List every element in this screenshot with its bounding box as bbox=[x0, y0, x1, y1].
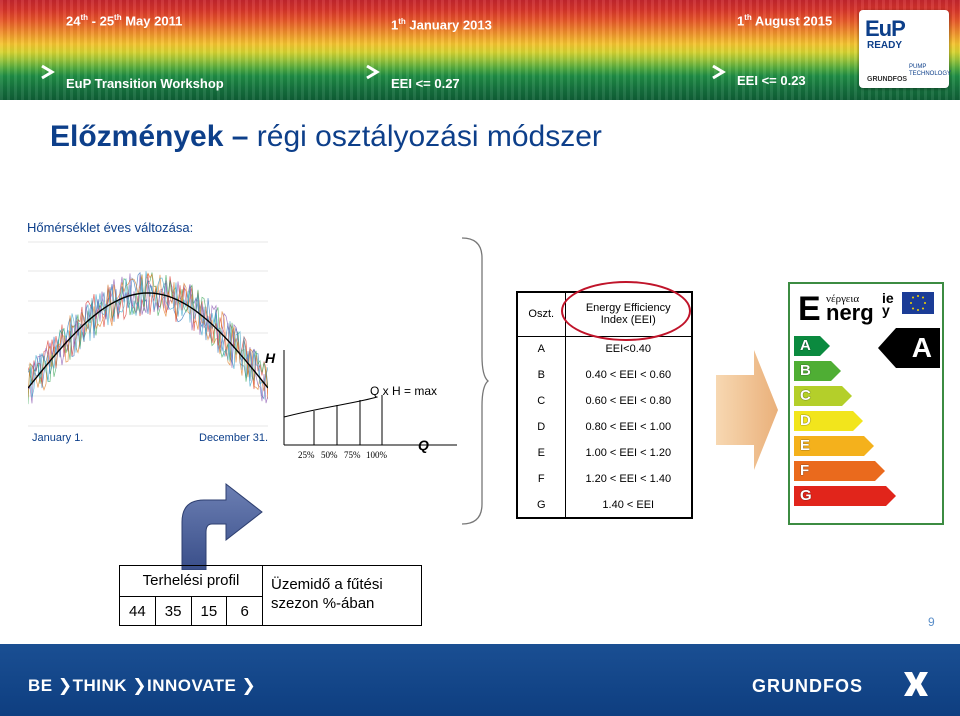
curved-arrow-icon bbox=[181, 482, 263, 570]
table-row: E 1.00 < EEI < 1.20 bbox=[517, 440, 692, 466]
eup-ready-logo: EuP READY PUMP TECHNOLOGY GRUNDFOS bbox=[859, 10, 951, 88]
event-date: 24th - 25th May 2011 bbox=[66, 13, 183, 29]
energy-class-bar-e: E bbox=[794, 436, 874, 456]
energy-label: E νέργεια nerg ie y ABCDEFG A bbox=[788, 282, 944, 525]
profile-values: 44 35 15 6 bbox=[120, 596, 262, 626]
profile-value: 6 bbox=[240, 603, 249, 620]
profile-title: Terhelési profil bbox=[142, 572, 240, 589]
chevron-icon bbox=[366, 64, 380, 80]
x-axis-end: December 31. bbox=[199, 432, 269, 444]
workshop-title: EuP Transition Workshop bbox=[66, 76, 224, 91]
eei-2013: EEI <= 0.27 bbox=[391, 76, 460, 91]
date-2015: 1th August 2015 bbox=[737, 13, 833, 29]
rating-arrow: A bbox=[878, 328, 940, 368]
table-row: G 1.40 < EEI bbox=[517, 492, 692, 518]
chevron-icon bbox=[712, 64, 726, 80]
load-profile-table: Terhelési profil 44 35 15 6 Üzemidő a fű… bbox=[119, 565, 422, 626]
eu-flag-icon bbox=[902, 292, 934, 314]
table-row: C 0.60 < EEI < 0.80 bbox=[517, 388, 692, 414]
divider bbox=[262, 566, 263, 626]
page-number: 9 bbox=[928, 615, 935, 629]
table-row: A EEI<0.40 bbox=[517, 336, 692, 362]
highlight-oval bbox=[561, 281, 691, 341]
right-arrow-icon bbox=[716, 350, 778, 470]
profile-value: 15 bbox=[192, 597, 228, 626]
eei-2015: EEI <= 0.23 bbox=[737, 73, 806, 88]
energy-class-bar-d: D bbox=[794, 411, 863, 431]
grundfos-logo: GRUNDFOS bbox=[752, 676, 863, 696]
energy-class-bar-g: G bbox=[794, 486, 896, 506]
energy-class-bar-b: B bbox=[794, 361, 841, 381]
energy-class-bar-a: A bbox=[794, 336, 830, 356]
table-row: B 0.40 < EEI < 0.60 bbox=[517, 362, 692, 388]
x-axis-start: January 1. bbox=[32, 432, 84, 444]
temperature-chart bbox=[28, 238, 268, 430]
subtitle: Hőmérséklet éves változása: bbox=[27, 220, 194, 235]
header-banner: 24th - 25th May 2011 EuP Transition Work… bbox=[0, 0, 960, 100]
curve-label: Q x H = max bbox=[370, 384, 438, 398]
q-axis-label: Q bbox=[418, 437, 429, 453]
profile-description: Üzemidő a fűtési szezon %-ában bbox=[271, 576, 383, 612]
pct-25: 25% bbox=[298, 450, 315, 460]
table-row: D 0.80 < EEI < 1.00 bbox=[517, 414, 692, 440]
pct-100: 100% bbox=[366, 450, 387, 460]
date-2013: 1th January 2013 bbox=[391, 17, 492, 33]
profile-value: 35 bbox=[156, 597, 192, 626]
table-row: F 1.20 < EEI < 1.40 bbox=[517, 466, 692, 492]
page-title: Előzmények – régi osztályozási módszer bbox=[50, 120, 602, 153]
profile-value: 44 bbox=[120, 597, 156, 626]
pct-75: 75% bbox=[344, 450, 361, 460]
grundfos-x-icon bbox=[904, 672, 928, 696]
energy-label-header: E νέργεια nerg ie y bbox=[796, 288, 936, 330]
energy-class-bar-f: F bbox=[794, 461, 885, 481]
slogan: BE ❯THINK ❯INNOVATE ❯ bbox=[28, 676, 257, 695]
footer: BE ❯THINK ❯INNOVATE ❯ GRUNDFOS bbox=[0, 644, 960, 716]
chevron-icon bbox=[41, 64, 55, 80]
brace-icon bbox=[461, 237, 490, 525]
header-class: Oszt. bbox=[517, 292, 566, 337]
pct-50: 50% bbox=[321, 450, 338, 460]
energy-class-bar-c: C bbox=[794, 386, 852, 406]
h-axis-label: H bbox=[265, 350, 276, 366]
